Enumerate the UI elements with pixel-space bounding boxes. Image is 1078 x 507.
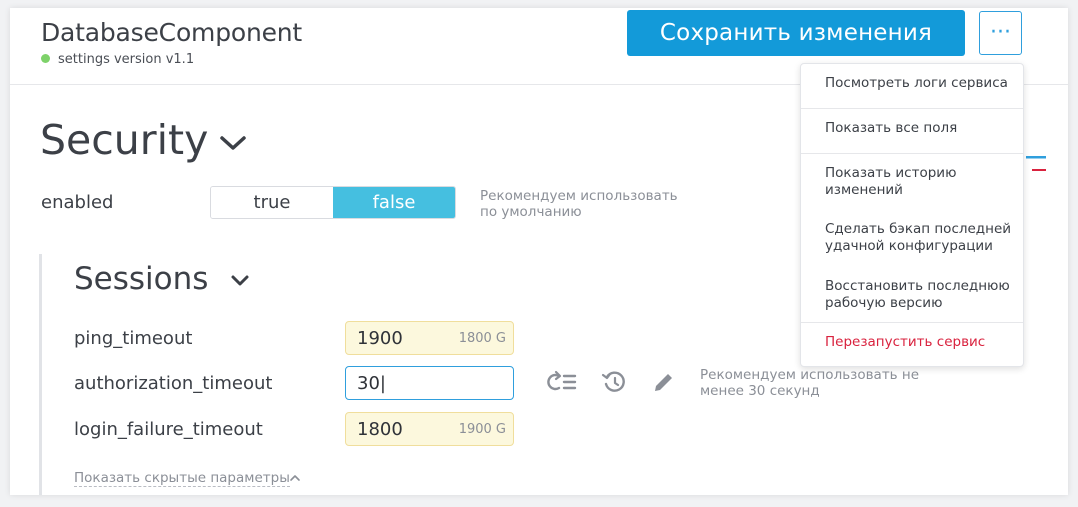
field-value: 30| <box>357 372 386 394</box>
chevron-down-icon[interactable] <box>218 134 248 154</box>
menu-divider <box>801 153 1023 154</box>
partial-widget-icon <box>1026 156 1046 171</box>
enabled-label: enabled <box>41 192 114 213</box>
authorization-hint: Рекомендуем использовать не менее 30 сек… <box>700 367 920 399</box>
more-options-button[interactable]: ··· <box>979 11 1022 55</box>
toggle-option-false[interactable]: false <box>333 187 455 218</box>
section-title-security: Security <box>40 116 209 164</box>
authorization-timeout-label: authorization_timeout <box>74 373 273 394</box>
menu-item-restore-version[interactable]: Восстановить последнюю рабочую версию <box>825 278 1015 312</box>
toggle-option-true[interactable]: true <box>211 187 333 218</box>
login-failure-timeout-input[interactable]: 1800 1900 G <box>345 412 514 446</box>
chevron-up-icon[interactable] <box>289 473 301 482</box>
menu-item-show-all-fields[interactable]: Показать все поля <box>825 120 1015 137</box>
ping-timeout-label: ping_timeout <box>74 328 193 349</box>
subsection-title-sessions: Sessions <box>74 261 209 297</box>
group-indent-bar <box>39 254 42 495</box>
more-options-menu: Посмотреть логи сервиса Показать все пол… <box>800 63 1024 367</box>
history-icon[interactable] <box>600 369 630 395</box>
field-value: 1800 <box>357 418 403 440</box>
more-dots-icon: ··· <box>990 20 1011 45</box>
menu-item-restart-service[interactable]: Перезапустить сервис <box>825 334 1015 351</box>
status-dot-icon <box>41 54 50 63</box>
authorization-timeout-input[interactable]: 30| <box>345 366 514 400</box>
settings-version: settings version v1.1 <box>41 52 194 67</box>
settings-panel: DatabaseComponent settings version v1.1 … <box>10 8 1068 495</box>
page-title: DatabaseComponent <box>41 18 303 47</box>
login-failure-timeout-label: login_failure_timeout <box>74 419 263 440</box>
menu-item-backup-config[interactable]: Сделать бэкап последней удачной конфигур… <box>825 221 1015 255</box>
menu-divider <box>801 108 1023 109</box>
enabled-toggle: true false <box>210 186 456 219</box>
menu-item-view-logs[interactable]: Посмотреть логи сервиса <box>825 75 1015 92</box>
menu-divider <box>801 322 1023 323</box>
chevron-down-icon[interactable] <box>229 273 251 289</box>
show-hidden-params-link[interactable]: Показать скрытые параметры <box>74 470 290 487</box>
menu-item-change-history[interactable]: Показать историю изменений <box>825 165 1015 199</box>
save-changes-button[interactable]: Сохранить изменения <box>627 10 965 56</box>
field-default: 1900 G <box>458 421 506 437</box>
ping-timeout-input[interactable]: 1900 1800 G <box>345 321 514 355</box>
field-default: 1800 G <box>458 330 506 346</box>
pencil-edit-icon[interactable] <box>648 369 678 395</box>
toggle-list-icon[interactable] <box>547 369 577 395</box>
version-label: settings version v1.1 <box>58 52 195 67</box>
field-value: 1900 <box>357 327 403 349</box>
enabled-hint: Рекомендуем использовать по умолчанию <box>480 188 678 220</box>
